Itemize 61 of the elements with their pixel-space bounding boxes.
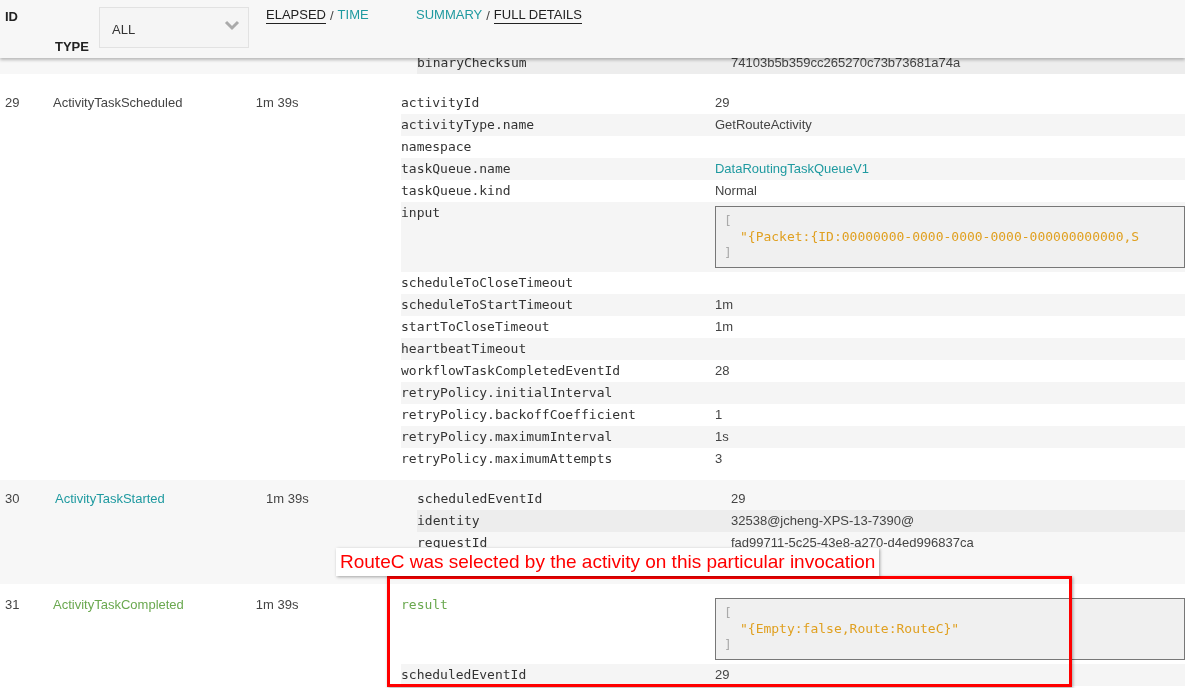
- detail-key: heartbeatTimeout: [401, 338, 715, 360]
- detail-key: result: [401, 594, 715, 664]
- detail-key: taskQueue.kind: [401, 180, 715, 202]
- column-header: TYPE: [55, 38, 89, 56]
- bracket: [: [724, 213, 733, 229]
- view-toggle[interactable]: SUMMARY: [416, 7, 483, 25]
- event-type[interactable]: ActivityTaskStarted: [55, 491, 165, 506]
- detail-key: retryPolicy.backoffCoefficient: [401, 404, 715, 426]
- event-id: 31: [5, 597, 20, 612]
- view-toggle[interactable]: ELAPSED: [266, 7, 326, 25]
- event-type[interactable]: ActivityTaskCompleted: [53, 597, 184, 612]
- detail-key: binaryChecksum: [417, 58, 731, 74]
- detail-value: 28: [715, 363, 730, 378]
- detail-key: scheduledEventId: [417, 488, 731, 510]
- detail-key: scheduleToCloseTimeout: [401, 272, 715, 294]
- event-id: 29: [5, 95, 20, 110]
- detail-key: startToCloseTimeout: [401, 316, 715, 338]
- json-string: "{Packet:{ID:00000000-0000-0000-0000-000000000000,S: [739, 229, 1141, 245]
- event-id: 30: [5, 491, 20, 506]
- view-toggle[interactable]: FULL DETAILS: [493, 7, 582, 25]
- detail-value: 29: [715, 667, 730, 682]
- elapsed-time: 1m 39s: [255, 95, 299, 110]
- detail-key: input: [401, 202, 715, 272]
- detail-key: namespace: [401, 136, 715, 158]
- detail-value: GetRouteActivity: [715, 117, 812, 132]
- detail-key: taskQueue.name: [401, 158, 715, 180]
- view-toggle[interactable]: TIME: [337, 7, 369, 25]
- bracket: ]: [724, 637, 733, 653]
- detail-value: 29: [731, 491, 746, 506]
- event-type[interactable]: ActivityTaskScheduled: [53, 95, 183, 110]
- detail-key: retryPolicy.maximumInterval: [401, 426, 715, 448]
- detail-key: retryPolicy.maximumAttempts: [401, 448, 715, 470]
- separator-slash: /: [486, 7, 490, 25]
- bracket: ]: [724, 245, 733, 261]
- detail-key: scheduleToStartTimeout: [401, 294, 715, 316]
- detail-value: 1m: [715, 319, 734, 334]
- detail-key: activityType.name: [401, 114, 715, 136]
- detail-value: 1s: [715, 429, 729, 444]
- detail-value: 29: [715, 95, 730, 110]
- detail-value: fad99711-5c25-43e8-a270-d4ed996837ca: [731, 535, 974, 550]
- bracket: [: [724, 605, 733, 621]
- detail-value: Normal: [715, 183, 757, 198]
- detail-value: 1m: [715, 297, 734, 312]
- detail-value: 74103b5b359cc265270c73b73681a74a: [731, 58, 961, 70]
- elapsed-time: 1m 39s: [266, 491, 309, 506]
- detail-value: 3: [715, 451, 723, 466]
- annotation-callout: RouteC was selected by the activity on this particular invocation: [336, 548, 880, 576]
- type-filter-dropdown[interactable]: ALL: [99, 7, 249, 48]
- detail-key: identity: [417, 510, 731, 532]
- detail-key: scheduledEventId: [401, 664, 715, 686]
- detail-value: 32538@jcheng-XPS-13-7390@: [731, 513, 915, 528]
- column-header: ID: [5, 8, 18, 26]
- detail-value: 1: [715, 407, 723, 422]
- separator-slash: /: [330, 7, 334, 25]
- task-queue-link[interactable]: DataRoutingTaskQueueV1: [715, 161, 869, 176]
- detail-key: workflowTaskCompletedEventId: [401, 360, 715, 382]
- json-string: "{Empty:false,Route:RouteC}": [739, 621, 961, 637]
- elapsed-time: 1m 39s: [255, 597, 299, 612]
- chevron-down-icon: [224, 18, 240, 31]
- detail-key: retryPolicy.initialInterval: [401, 382, 715, 404]
- detail-key: activityId: [401, 92, 715, 114]
